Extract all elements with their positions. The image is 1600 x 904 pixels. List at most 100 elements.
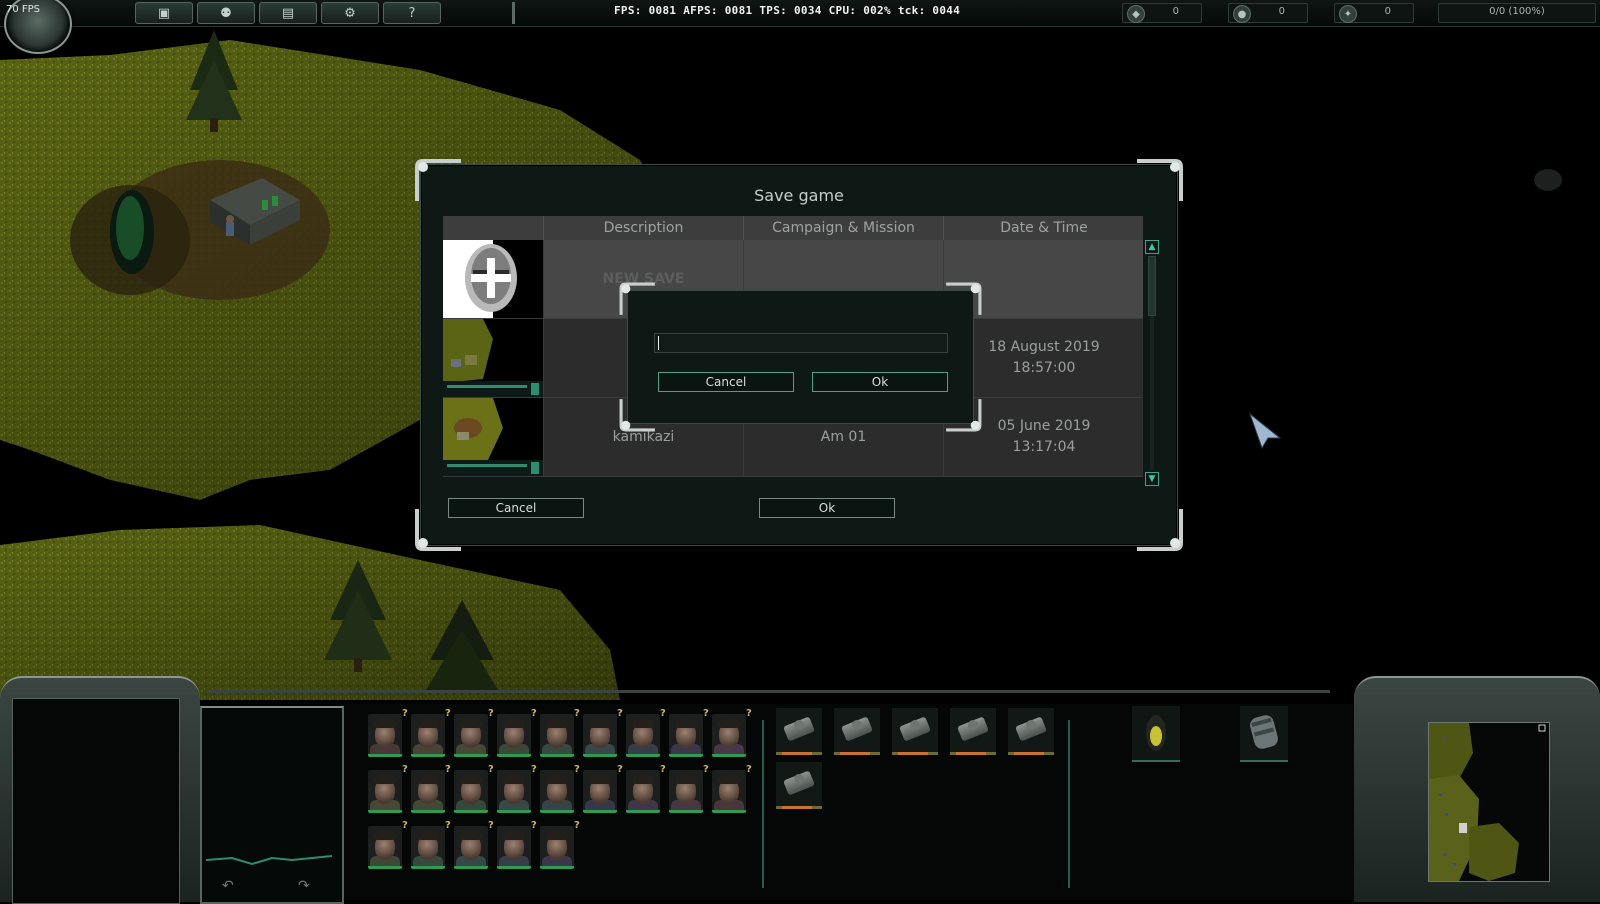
minimap[interactable] — [1428, 722, 1550, 882]
character-portrait[interactable] — [454, 714, 488, 757]
prompt-cancel-button[interactable]: Cancel — [658, 372, 794, 392]
unknown-skill-icon: ? — [660, 764, 666, 775]
character-portrait[interactable] — [712, 770, 746, 813]
scroll-up-icon[interactable]: ▲ — [1145, 240, 1159, 254]
unknown-skill-icon: ? — [488, 820, 494, 831]
save-thumbnail — [443, 319, 543, 397]
vehicle-slot[interactable] — [892, 708, 938, 755]
character-portrait[interactable] — [669, 714, 703, 757]
signal-graph-icon: ↶ ↷ — [205, 855, 333, 894]
crates-icon: ◆ — [1127, 5, 1145, 23]
log-menu-button[interactable]: ▤ — [259, 2, 317, 24]
unknown-skill-icon: ? — [746, 764, 752, 775]
character-portrait[interactable] — [411, 826, 445, 869]
unit-info-screen — [12, 698, 180, 904]
crates-counter: ◆ 0 — [1122, 3, 1202, 23]
dialog-title: Save game — [754, 186, 844, 205]
unknown-skill-icon: ? — [445, 708, 451, 719]
character-portrait[interactable] — [454, 770, 488, 813]
faction-icon: ⚉ — [220, 5, 232, 21]
table-header: Description Campaign & Mission Date & Ti… — [443, 216, 1143, 240]
text-caret — [658, 336, 659, 350]
unknown-skill-icon: ? — [402, 820, 408, 831]
vehicle-slot[interactable] — [1008, 708, 1054, 755]
vehicle-slot[interactable] — [776, 762, 822, 809]
oil-icon: ● — [1233, 5, 1251, 23]
siberite-counter: ✦ 0 — [1334, 3, 1414, 23]
unknown-skill-icon: ? — [445, 820, 451, 831]
save-list-scrollbar[interactable]: ▲ ▼ — [1145, 240, 1159, 486]
options-icon: ⚙ — [344, 5, 356, 21]
unknown-skill-icon: ? — [703, 708, 709, 719]
building-slot[interactable] — [1132, 706, 1180, 762]
unknown-skill-icon: ? — [531, 820, 537, 831]
character-portrait[interactable] — [497, 826, 531, 869]
header-campaign-mission[interactable]: Campaign & Mission — [743, 216, 943, 240]
character-portrait[interactable] — [583, 770, 617, 813]
character-portrait[interactable] — [411, 770, 445, 813]
unknown-skill-icon: ? — [445, 764, 451, 775]
vehicle-slot[interactable] — [776, 708, 822, 755]
cancel-button[interactable]: Cancel — [448, 498, 584, 518]
vehicle-slot[interactable] — [950, 708, 996, 755]
minimap-frame — [1354, 676, 1600, 902]
character-portrait[interactable] — [712, 714, 746, 757]
scroll-thumb[interactable] — [1148, 256, 1156, 316]
character-portrait[interactable] — [368, 826, 402, 869]
header-description[interactable]: Description — [543, 216, 743, 240]
unknown-skill-icon: ? — [402, 708, 408, 719]
fps-counter: 70 FPS — [6, 4, 41, 15]
divider — [512, 2, 515, 24]
factory-building-icon — [1250, 715, 1278, 749]
save-time: 13:17:04 — [1012, 439, 1076, 455]
save-date: 18 August 2019 — [988, 339, 1100, 355]
character-portrait[interactable] — [669, 770, 703, 813]
character-portrait[interactable] — [540, 770, 574, 813]
unknown-skill-icon: ? — [574, 820, 580, 831]
character-portrait[interactable] — [454, 826, 488, 869]
save-name-input[interactable] — [654, 333, 948, 353]
vehicle-slot[interactable] — [834, 708, 880, 755]
character-portrait[interactable] — [540, 714, 574, 757]
unknown-skill-icon: ? — [531, 764, 537, 775]
faction-menu-button[interactable]: ⚉ — [197, 2, 255, 24]
siberite-icon: ✦ — [1339, 5, 1357, 23]
frame-corner-icon — [946, 282, 982, 315]
save-menu-button[interactable]: ▣ — [135, 2, 193, 24]
hud-rail — [210, 690, 1330, 693]
oil-counter: ● 0 — [1228, 3, 1308, 23]
unit-info-frame — [0, 676, 200, 904]
book-icon: ▤ — [281, 5, 295, 21]
character-portrait[interactable] — [411, 714, 445, 757]
new-save-thumbnail — [443, 240, 543, 318]
save-date: 05 June 2019 — [997, 418, 1091, 434]
character-portrait[interactable] — [497, 770, 531, 813]
save-icon: ▣ — [157, 5, 171, 21]
building-slot[interactable] — [1240, 706, 1288, 762]
options-menu-button[interactable]: ⚙ — [321, 2, 379, 24]
character-portrait[interactable] — [626, 714, 660, 757]
bottom-hud: ↶ ↷ ??????????????????????? — [0, 676, 1600, 904]
header-date-time[interactable]: Date & Time — [943, 216, 1143, 240]
unknown-skill-icon: ? — [531, 708, 537, 719]
help-icon: ? — [408, 5, 416, 21]
character-portrait[interactable] — [368, 714, 402, 757]
unknown-skill-icon: ? — [617, 764, 623, 775]
svg-text:↷: ↷ — [298, 878, 310, 894]
frame-corner-icon — [619, 282, 655, 315]
character-portrait[interactable] — [626, 770, 660, 813]
scroll-down-icon[interactable]: ▼ — [1145, 472, 1159, 486]
unknown-skill-icon: ? — [746, 708, 752, 719]
help-menu-button[interactable]: ? — [383, 2, 441, 24]
character-portrait[interactable] — [583, 714, 617, 757]
character-portrait[interactable] — [497, 714, 531, 757]
ok-button[interactable]: Ok — [759, 498, 895, 518]
divider — [762, 720, 764, 888]
save-name-prompt: Cancel Ok — [619, 282, 982, 432]
command-panel: ↶ ↷ — [200, 706, 344, 904]
prompt-ok-button[interactable]: Ok — [812, 372, 948, 392]
population-counter: 0/0 (100%) — [1438, 3, 1596, 23]
frame-corner-icon — [946, 399, 982, 432]
character-portrait[interactable] — [540, 826, 574, 869]
character-portrait[interactable] — [368, 770, 402, 813]
